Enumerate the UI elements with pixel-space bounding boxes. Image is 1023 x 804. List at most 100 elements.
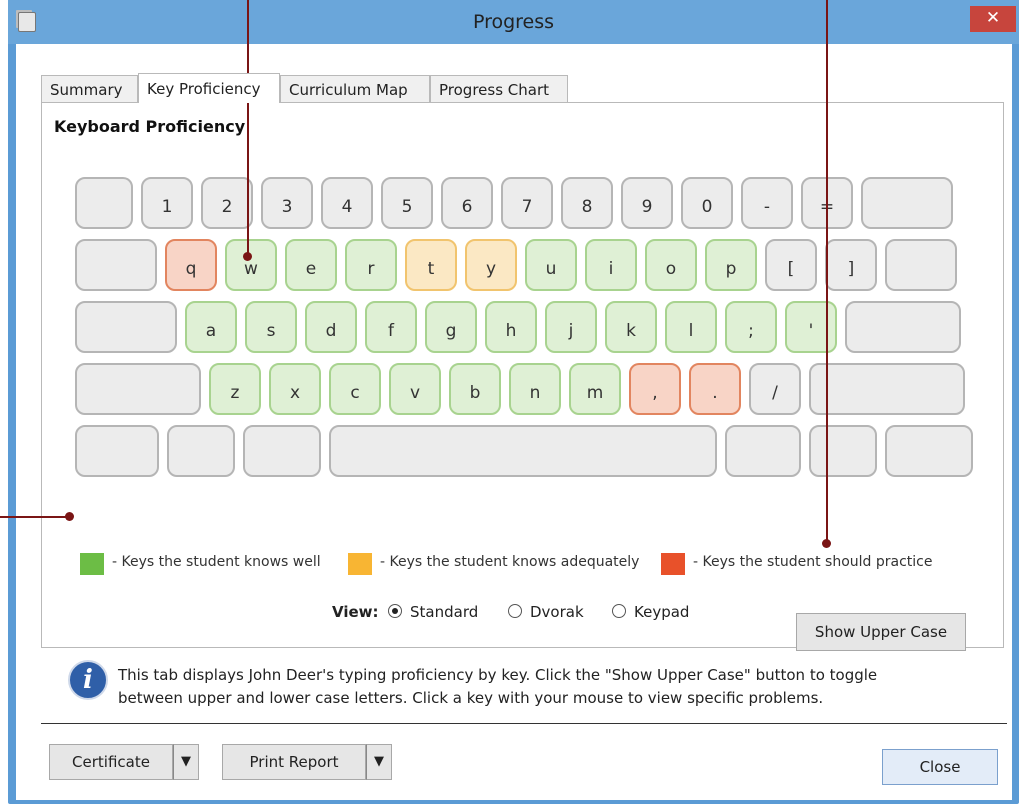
callout-dot-legend [65, 512, 74, 521]
tab-progress-chart[interactable]: Progress Chart [430, 75, 568, 103]
key-5[interactable]: 5 [381, 177, 433, 229]
callout-dot-keys [243, 252, 252, 261]
key-m[interactable]: m [569, 363, 621, 415]
certificate-button[interactable]: Certificate [49, 744, 173, 780]
key-blank[interactable] [845, 301, 961, 353]
key-u[interactable]: u [525, 239, 577, 291]
tab-summary[interactable]: Summary [41, 75, 138, 103]
key-x[interactable]: x [269, 363, 321, 415]
key-blank[interactable] [75, 177, 133, 229]
key-blank[interactable] [75, 239, 157, 291]
key-1[interactable]: 1 [141, 177, 193, 229]
key-t[interactable]: t [405, 239, 457, 291]
key-semicolon[interactable]: ; [725, 301, 777, 353]
window-title: Progress [472, 11, 555, 33]
key-blank[interactable] [75, 301, 177, 353]
radio-dvorak-label[interactable]: Dvorak [530, 603, 584, 621]
radio-standard[interactable] [388, 604, 402, 618]
key-n[interactable]: n [509, 363, 561, 415]
key-v[interactable]: v [389, 363, 441, 415]
key-c[interactable]: c [329, 363, 381, 415]
key-4[interactable]: 4 [321, 177, 373, 229]
key-blank[interactable] [725, 425, 801, 477]
key-o[interactable]: o [645, 239, 697, 291]
key-blank[interactable] [861, 177, 953, 229]
tab-curriculum-map[interactable]: Curriculum Map [280, 75, 430, 103]
key-y[interactable]: y [465, 239, 517, 291]
view-label: View: [332, 603, 379, 621]
certificate-dropdown-icon[interactable]: ▼ [173, 744, 199, 780]
key-3[interactable]: 3 [261, 177, 313, 229]
callout-line-legend [0, 516, 70, 518]
key-a[interactable]: a [185, 301, 237, 353]
key-quote[interactable]: ' [785, 301, 837, 353]
key-f[interactable]: f [365, 301, 417, 353]
radio-standard-label[interactable]: Standard [410, 603, 478, 621]
key-blank[interactable] [75, 425, 159, 477]
certificate-split-button: Certificate ▼ [49, 744, 201, 780]
radio-dvorak[interactable] [508, 604, 522, 618]
window-close-icon[interactable]: ✕ [970, 6, 1016, 32]
callout-line-upper-case [826, 0, 828, 544]
legend-text-practice: - Keys the student should practice [693, 554, 933, 570]
info-text-line-2: between upper and lower case letters. Cl… [118, 689, 824, 707]
key-2[interactable]: 2 [201, 177, 253, 229]
key-8[interactable]: 8 [561, 177, 613, 229]
key-blank[interactable] [329, 425, 717, 477]
print-report-dropdown-icon[interactable]: ▼ [366, 744, 392, 780]
info-text: This tab displays John Deer's typing pro… [118, 664, 968, 710]
key-e[interactable]: e [285, 239, 337, 291]
key-blank[interactable] [167, 425, 235, 477]
keyboard: 1234567890-=qwertyuiop[]asdfghjkl;'zxcvb… [75, 177, 973, 483]
key-s[interactable]: s [245, 301, 297, 353]
key-rbracket[interactable]: ] [825, 239, 877, 291]
key-w[interactable]: w [225, 239, 277, 291]
key-7[interactable]: 7 [501, 177, 553, 229]
key-p[interactable]: p [705, 239, 757, 291]
key-blank[interactable] [243, 425, 321, 477]
key-blank[interactable] [809, 363, 965, 415]
tab-key-proficiency[interactable]: Key Proficiency [138, 73, 280, 103]
key-b[interactable]: b [449, 363, 501, 415]
callout-dot-upper-case [822, 539, 831, 548]
key-j[interactable]: j [545, 301, 597, 353]
key-q[interactable]: q [165, 239, 217, 291]
window-client: Summary Key Proficiency Curriculum Map P… [16, 44, 1012, 800]
key-l[interactable]: l [665, 301, 717, 353]
title-bar[interactable]: Progress ✕ [8, 0, 1019, 44]
info-text-line-1: This tab displays John Deer's typing pro… [118, 666, 878, 684]
key-g[interactable]: g [425, 301, 477, 353]
key-k[interactable]: k [605, 301, 657, 353]
key-blank[interactable] [885, 425, 973, 477]
key-blank[interactable] [885, 239, 957, 291]
key-blank[interactable] [809, 425, 877, 477]
key-h[interactable]: h [485, 301, 537, 353]
show-upper-case-button[interactable]: Show Upper Case [796, 613, 966, 651]
key-d[interactable]: d [305, 301, 357, 353]
progress-window: Progress ✕ Summary Key Proficiency Curri… [8, 0, 1019, 804]
legend-swatch-practice [661, 553, 685, 575]
key-slash[interactable]: / [749, 363, 801, 415]
legend-swatch-adequate [348, 553, 372, 575]
key-z[interactable]: z [209, 363, 261, 415]
close-button[interactable]: Close [882, 749, 998, 785]
callout-line-keys [247, 0, 249, 258]
radio-keypad-label[interactable]: Keypad [634, 603, 689, 621]
key-minus[interactable]: - [741, 177, 793, 229]
info-icon: i [68, 660, 108, 700]
key-period[interactable]: . [689, 363, 741, 415]
key-blank[interactable] [75, 363, 201, 415]
key-9[interactable]: 9 [621, 177, 673, 229]
key-r[interactable]: r [345, 239, 397, 291]
key-lbracket[interactable]: [ [765, 239, 817, 291]
radio-keypad[interactable] [612, 604, 626, 618]
key-comma[interactable]: , [629, 363, 681, 415]
key-0[interactable]: 0 [681, 177, 733, 229]
panel-title: Keyboard Proficiency [54, 117, 246, 136]
key-6[interactable]: 6 [441, 177, 493, 229]
legend-text-well: - Keys the student knows well [112, 554, 321, 570]
print-report-button[interactable]: Print Report [222, 744, 366, 780]
legend-text-adequate: - Keys the student knows adequately [380, 554, 640, 570]
key-i[interactable]: i [585, 239, 637, 291]
divider [41, 723, 1007, 724]
